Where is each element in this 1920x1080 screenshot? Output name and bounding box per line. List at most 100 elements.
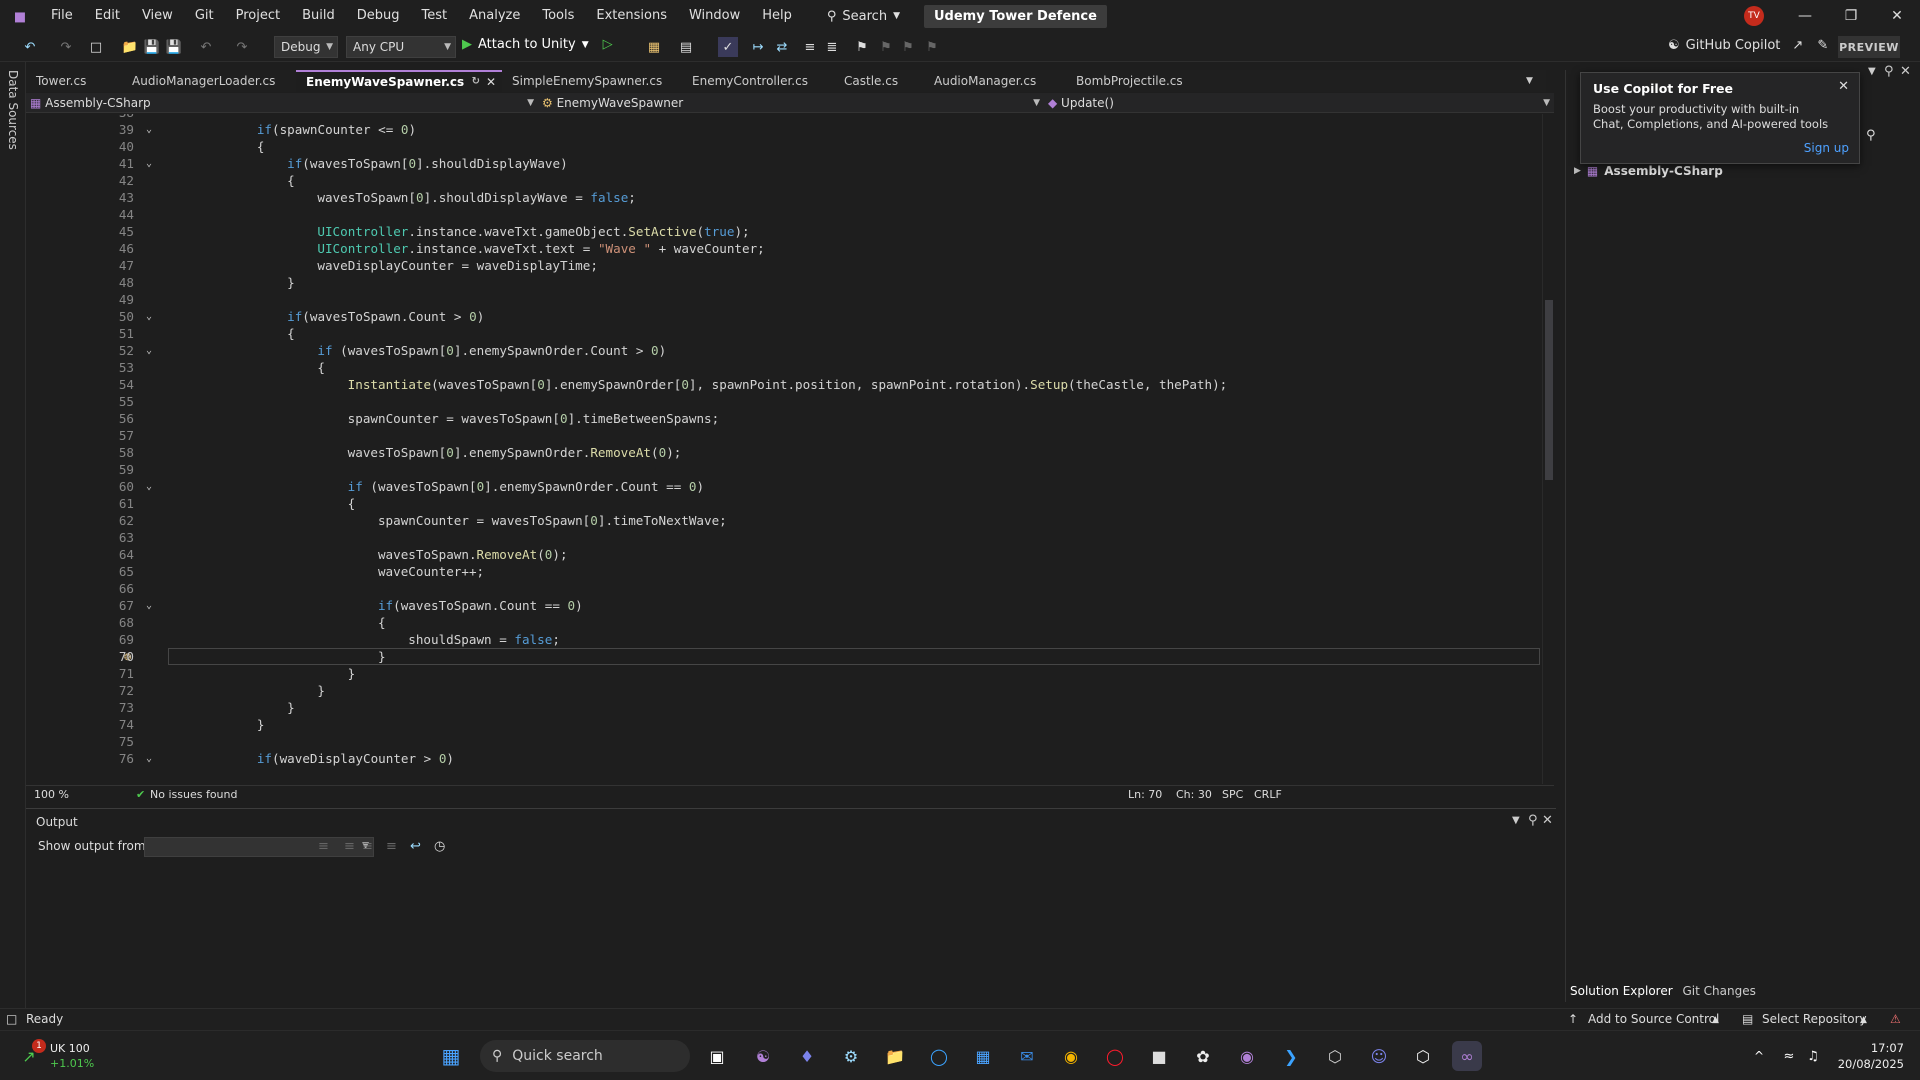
code-line[interactable]: 51 { — [26, 325, 1544, 342]
code-line[interactable]: 59 — [26, 461, 1544, 478]
code-line[interactable]: 73} — [26, 699, 1544, 716]
issues-status[interactable]: No issues found — [150, 788, 237, 801]
code-line[interactable]: 61 { — [26, 495, 1544, 512]
start-without-debugging-icon[interactable]: ▷ — [603, 37, 613, 52]
close-icon[interactable]: ✕ — [1874, 0, 1920, 32]
code-line[interactable]: 41 ⌄ if(wavesToSpawn[0].shouldDisplayWave) — [26, 155, 1544, 172]
code-line[interactable]: 43 wavesToSpawn[0].shouldDisplayWave = fa… — [26, 189, 1544, 206]
code-line[interactable]: 74} — [26, 716, 1544, 733]
tab-bombprojectile[interactable]: BombProjectile.cs — [1066, 70, 1210, 92]
code-line[interactable]: 72} — [26, 682, 1544, 699]
menu-file[interactable]: File — [40, 0, 84, 32]
member-dropdown[interactable]: ◆ Update() ▼ — [1048, 93, 1554, 113]
collapse-icon[interactable]: ⌄ — [146, 342, 152, 359]
collapse-icon[interactable]: ⌄ — [146, 155, 152, 172]
tab-git-changes[interactable]: Git Changes — [1683, 984, 1756, 998]
code-line[interactable]: 67 ⌄ if(wavesToSpawn.Count == 0) — [26, 597, 1544, 614]
tab-audiomanager[interactable]: AudioManager.cs — [924, 70, 1066, 92]
menu-project[interactable]: Project — [225, 0, 291, 32]
code-line[interactable]: 55 — [26, 393, 1544, 410]
add-to-source-control-button[interactable]: Add to Source Control — [1588, 1012, 1719, 1026]
vscode-icon[interactable]: ❯ — [1276, 1041, 1306, 1071]
code-line[interactable]: 48} — [26, 274, 1544, 291]
code-line[interactable]: 40 { — [26, 138, 1544, 155]
menu-analyze[interactable]: Analyze — [458, 0, 531, 32]
search-icon[interactable]: ⚲ — [1866, 128, 1876, 143]
game-app-icon[interactable]: ■ — [1144, 1041, 1174, 1071]
close-icon[interactable]: ✕ — [486, 72, 496, 92]
output-source-select[interactable]: ▼ — [144, 837, 374, 857]
toggle-icon[interactable]: ⇄ — [772, 37, 792, 57]
restore-icon[interactable]: ❐ — [1828, 0, 1874, 32]
code-line[interactable]: 42 { — [26, 172, 1544, 189]
project-dropdown[interactable]: ▦ Assembly-CSharp ▼ — [30, 93, 538, 113]
redo-icon[interactable]: ↷ — [232, 37, 252, 57]
prev-message-icon[interactable]: ≡ — [344, 839, 355, 854]
tab-castle[interactable]: Castle.cs — [834, 70, 930, 92]
task-view-icon[interactable]: ▣ — [702, 1041, 732, 1071]
close-icon[interactable]: ✕ — [1542, 813, 1553, 828]
search-button[interactable]: ⚲ Search ▼ — [817, 9, 910, 24]
code-line[interactable]: 39 ⌄ if(spawnCounter <= 0) — [26, 121, 1544, 138]
prev-bookmark-icon[interactable]: ⚑ — [876, 37, 896, 57]
menu-edit[interactable]: Edit — [84, 0, 131, 32]
code-editor[interactable]: 3839 ⌄ if(spawnCounter <= 0) 40 {41 ⌄ if(waves… — [26, 114, 1544, 784]
scrollbar-thumb[interactable] — [1545, 300, 1553, 480]
save-all-icon[interactable]: 💾 — [164, 37, 184, 57]
collapse-icon[interactable]: ⌄ — [146, 478, 152, 495]
spellcheck-icon[interactable]: ✓ — [718, 37, 738, 57]
code-line[interactable]: 63 — [26, 529, 1544, 546]
sign-up-link[interactable]: Sign up — [1804, 141, 1849, 155]
code-line[interactable]: 58 wavesToSpawn[0].enemySpawnOrder.Remove… — [26, 444, 1544, 461]
edge-icon[interactable]: ◯ — [924, 1041, 954, 1071]
close-icon[interactable]: ✕ — [1900, 64, 1911, 79]
store-icon[interactable]: ▦ — [968, 1041, 998, 1071]
taskbar-clock[interactable]: 17:07 20/08/2025 — [1834, 1040, 1904, 1072]
zoom-level[interactable]: 100 % — [34, 788, 69, 801]
tab-tower[interactable]: Tower.cs — [26, 70, 122, 92]
code-line[interactable]: 71} — [26, 665, 1544, 682]
code-line[interactable]: 68 { — [26, 614, 1544, 631]
save-icon[interactable]: 💾 — [142, 37, 162, 57]
configuration-select[interactable]: Debug ▼ — [274, 36, 338, 58]
code-line[interactable]: 47 waveDisplayCounter = waveDisplayTime; — [26, 257, 1544, 274]
step-icon[interactable]: ↦ — [748, 37, 768, 57]
char-number[interactable]: Ch: 30 — [1176, 788, 1212, 801]
tab-solution-explorer[interactable]: Solution Explorer — [1570, 984, 1673, 998]
code-line[interactable]: 53 { — [26, 359, 1544, 376]
collapse-icon[interactable]: ⌄ — [146, 121, 152, 138]
clear-bookmarks-icon[interactable]: ⚑ — [922, 37, 942, 57]
expand-icon[interactable]: ▶ — [1574, 166, 1581, 176]
menu-tools[interactable]: Tools — [531, 0, 585, 32]
clear-all-icon[interactable]: ≡ — [386, 839, 397, 854]
teams-icon[interactable]: ♦ — [792, 1041, 822, 1071]
code-line[interactable]: 50 ⌄ if(wavesToSpawn.Count > 0) — [26, 308, 1544, 325]
chevron-down-icon[interactable]: ▼ — [1512, 815, 1520, 826]
code-line[interactable]: 44 — [26, 206, 1544, 223]
code-line[interactable]: 49 — [26, 291, 1544, 308]
pin-icon[interactable]: ⚲ — [1528, 813, 1538, 828]
code-line[interactable]: 65 waveCounter++; — [26, 563, 1544, 580]
new-item-icon[interactable]: □ — [86, 37, 106, 57]
undo-icon[interactable]: ↶ — [196, 37, 216, 57]
navigate-back-icon[interactable]: ↶ — [20, 37, 40, 57]
code-line[interactable]: 38 — [26, 114, 1544, 121]
whitespace-mode[interactable]: SPC — [1222, 788, 1243, 801]
outlook-icon[interactable]: ✉ — [1012, 1041, 1042, 1071]
close-icon[interactable]: ✕ — [1838, 79, 1849, 94]
feedback-icon[interactable]: ✎ — [1817, 38, 1828, 53]
tab-simpleenemyspawner[interactable]: SimpleEnemySpawner.cs — [502, 70, 682, 92]
line-number[interactable]: Ln: 70 — [1128, 788, 1162, 801]
copilot-app-icon[interactable]: ☯ — [748, 1041, 778, 1071]
tree-item-assembly-csharp[interactable]: ▶ ▦ Assembly-CSharp — [1574, 164, 1723, 178]
stock-widget[interactable]: UK 100 +1.01% — [50, 1041, 94, 1071]
collapse-icon[interactable]: ⌄ — [146, 597, 152, 614]
preview-button[interactable]: PREVIEW — [1838, 36, 1900, 58]
code-line[interactable]: 56 spawnCounter = wavesToSpawn[0].timeBet… — [26, 410, 1544, 427]
opera-icon[interactable]: ◯ — [1100, 1041, 1130, 1071]
collapse-icon[interactable]: ⌄ — [146, 750, 152, 767]
attach-to-unity-button[interactable]: ▶ Attach to Unity ▼ ▷ — [462, 37, 613, 52]
taskbar-search[interactable]: ⚲ Quick search — [480, 1040, 690, 1072]
tab-audiomanagerloader[interactable]: AudioManagerLoader.cs — [122, 70, 294, 92]
chevron-down-icon[interactable]: ▼ — [1868, 66, 1876, 77]
